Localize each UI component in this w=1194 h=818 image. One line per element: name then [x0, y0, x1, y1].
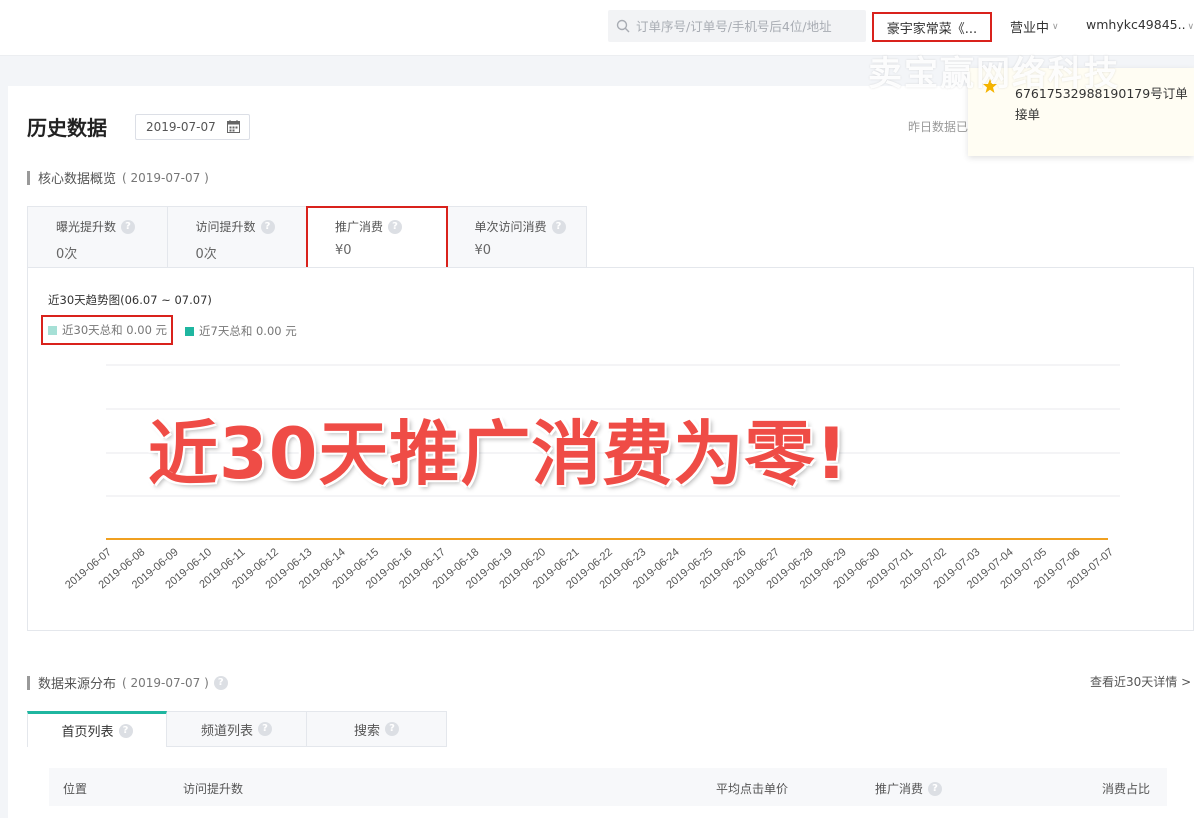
column-label: 推广消费	[875, 782, 924, 796]
yesterday-note: 昨日数据已	[908, 120, 969, 134]
calendar-icon	[227, 120, 240, 133]
column-header: 访问提升数	[183, 782, 244, 796]
legend-label: 近30天总和 0.00 元	[62, 323, 168, 337]
core-title: 核心数据概览	[38, 172, 117, 187]
legend-30-day[interactable]: 近30天总和 0.00 元	[41, 315, 174, 345]
metric-value: ¥0	[335, 243, 352, 258]
section-marker	[27, 675, 30, 690]
help-icon[interactable]: ?	[260, 219, 275, 234]
account-name: wmhykc49845..	[1086, 17, 1186, 32]
order-search[interactable]	[608, 10, 866, 42]
tab-channel-list[interactable]: 频道列表?	[167, 711, 307, 747]
source-title: 数据来源分布	[38, 677, 117, 692]
metric-name: 推广消费	[335, 220, 384, 234]
chart-title: 近30天趋势图(06.07 ~ 07.07)	[48, 293, 212, 307]
help-icon[interactable]: ?	[385, 722, 399, 736]
column-header-promo[interactable]: 推广消费?	[875, 780, 943, 797]
help-icon[interactable]: ?	[388, 219, 403, 234]
shop-name: 豪宇家常菜《...	[886, 21, 978, 37]
page-title: 历史数据	[27, 116, 107, 140]
section-marker	[27, 170, 30, 185]
legend-swatch	[185, 326, 194, 336]
metric-exposure[interactable]: 曝光提升数? 0次	[28, 207, 168, 268]
column-header: 位置	[63, 782, 88, 796]
help-icon[interactable]: ?	[118, 723, 133, 738]
metric-tabs: 曝光提升数? 0次 访问提升数? 0次 推广消费? ¥0 单次访问消费? ¥0	[27, 206, 587, 269]
metric-promo-spend[interactable]: 推广消费? ¥0	[306, 206, 448, 269]
notification-subtitle: 接单	[1015, 107, 1041, 122]
view-30-day-details-link[interactable]: 查看近30天详情 >	[1090, 673, 1191, 690]
trend-chart: 2019-06-07 2019-06-08 2019-06-09 2019-06-10…	[27, 267, 1194, 631]
metric-value: ¥0	[474, 243, 492, 258]
metric-name: 单次访问消费	[474, 220, 547, 234]
tab-label: 频道列表	[200, 723, 253, 739]
tab-label: 搜索	[353, 723, 380, 739]
core-section-title: 核心数据概览 ( 2019-07-07 )	[27, 168, 209, 187]
tab-home-list[interactable]: 首页列表?	[27, 711, 167, 747]
date-value: 2019-07-07	[146, 120, 216, 134]
core-date: ( 2019-07-07 )	[122, 170, 209, 185]
help-icon[interactable]: ?	[121, 219, 136, 234]
business-status-label: 营业中	[1010, 21, 1050, 36]
watermark: 卖宝赢网络科技	[868, 54, 1120, 94]
search-input[interactable]	[636, 18, 861, 34]
account-menu[interactable]: wmhykc49845.. ∨	[1086, 17, 1194, 32]
table-header: 位置 访问提升数 平均点击单价 推广消费? 消费占比	[49, 768, 1167, 806]
legend-swatch	[48, 325, 57, 335]
legend-label: 近7天总和 0.00 元	[199, 324, 297, 338]
tab-label: 首页列表	[61, 725, 114, 740]
column-header: 平均点击单价	[716, 782, 789, 796]
metric-cost-per-visit[interactable]: 单次访问消费? ¥0	[447, 207, 587, 268]
search-icon	[616, 19, 630, 33]
shop-selector[interactable]: 豪宇家常菜《...	[872, 12, 992, 42]
metric-value: 0次	[56, 247, 78, 262]
metric-name: 曝光提升数	[56, 220, 117, 234]
source-section-title: 数据来源分布 ( 2019-07-07 ) ?	[27, 673, 228, 692]
chevron-down-icon: ∨	[1052, 21, 1059, 32]
chevron-down-icon: ∨	[1187, 22, 1194, 32]
history-data-card: 历史数据 2019-07-07 昨日数据已 核心数据概览 ( 2019-07-0…	[8, 86, 1194, 818]
source-tabs: 首页列表? 频道列表? 搜索?	[27, 711, 447, 747]
metric-visits[interactable]: 访问提升数? 0次	[168, 207, 307, 268]
date-picker[interactable]: 2019-07-07	[135, 114, 250, 140]
metric-value: 0次	[195, 247, 217, 262]
help-icon[interactable]: ?	[258, 722, 272, 736]
metric-name: 访问提升数	[195, 220, 256, 234]
tab-search[interactable]: 搜索?	[307, 711, 447, 747]
column-header: 消费占比	[1102, 782, 1151, 796]
overlay-annotation: 近30天推广消费为零!	[148, 413, 849, 495]
source-date: ( 2019-07-07 )	[122, 675, 209, 690]
help-icon[interactable]: ?	[928, 781, 943, 796]
help-icon[interactable]: ?	[213, 675, 228, 690]
business-status-dropdown[interactable]: 营业中 ∨	[1010, 17, 1059, 36]
legend-7-day[interactable]: 近7天总和 0.00 元	[185, 323, 297, 339]
help-icon[interactable]: ?	[551, 219, 566, 234]
